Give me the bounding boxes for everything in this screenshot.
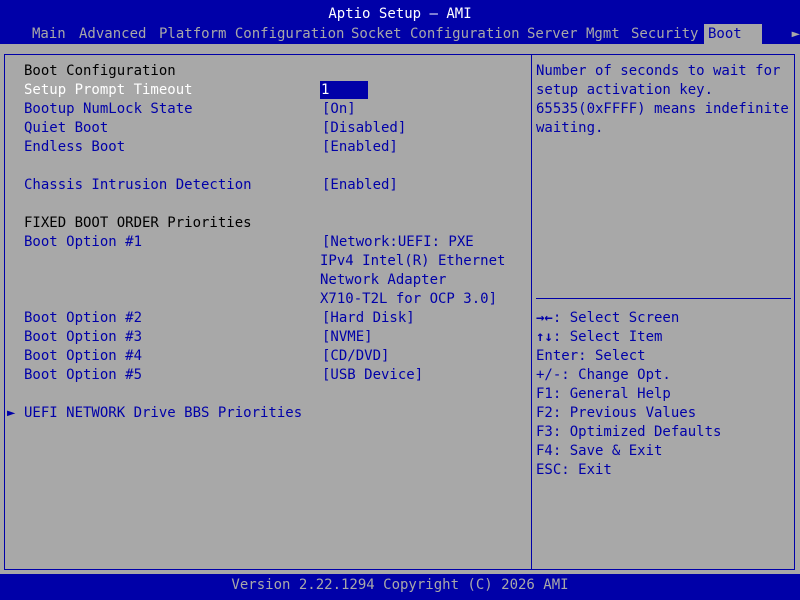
- boot-option-1-label[interactable]: Boot Option #1: [24, 233, 142, 252]
- tab-server-mgmt[interactable]: Server Mgmt: [523, 24, 624, 44]
- tab-platform-configuration[interactable]: Platform Configuration: [155, 24, 348, 44]
- uefi-network-bbs-priorities-link[interactable]: UEFI NETWORK Drive BBS Priorities: [24, 404, 302, 423]
- tab-boot[interactable]: Boot: [704, 24, 762, 44]
- tab-security[interactable]: Security: [627, 24, 702, 44]
- bootup-numlock-value[interactable]: [On]: [322, 100, 356, 119]
- help-key-f1: F1: General Help: [536, 386, 671, 402]
- boot-option-1-value-line-2[interactable]: IPv4 Intel(R) Ethernet: [320, 252, 505, 271]
- submenu-arrow-icon: ►: [7, 405, 16, 421]
- chassis-intrusion-value[interactable]: [Enabled]: [322, 176, 398, 195]
- tab-main[interactable]: Main: [28, 24, 70, 44]
- endless-boot-value[interactable]: [Enabled]: [322, 138, 398, 157]
- help-description-line-3: 65535(0xFFFF) means indefinite: [536, 101, 789, 117]
- panel-divider: [531, 54, 532, 570]
- setup-prompt-timeout-field[interactable]: 1: [320, 81, 368, 99]
- section-title-boot-configuration: Boot Configuration: [24, 63, 176, 79]
- menu-scroll-right-icon[interactable]: ►: [792, 24, 800, 44]
- boot-option-3-label[interactable]: Boot Option #3: [24, 328, 142, 347]
- boot-option-4-label[interactable]: Boot Option #4: [24, 347, 142, 366]
- bios-screen: Aptio Setup – AMI Main Advanced Platform…: [0, 0, 800, 600]
- fixed-boot-order-title: FIXED BOOT ORDER Priorities: [24, 215, 252, 231]
- help-description-line-4: waiting.: [536, 120, 604, 136]
- bootup-numlock-label[interactable]: Bootup NumLock State: [24, 100, 193, 119]
- help-description-line-2: setup activation key.: [536, 82, 714, 98]
- help-key-f3: F3: Optimized Defaults: [536, 424, 722, 440]
- version-footer: Version 2.22.1294 Copyright (C) 2026 AMI: [231, 577, 569, 593]
- window-title: Aptio Setup – AMI: [328, 6, 472, 22]
- boot-option-1-value-line-4[interactable]: X710-T2L for OCP 3.0]: [320, 290, 497, 309]
- main-panel: Boot Configuration Setup Prompt Timeout …: [0, 44, 800, 574]
- boot-option-5-value[interactable]: [USB Device]: [322, 366, 423, 385]
- help-key-change-opt: +/-: Change Opt.: [536, 367, 671, 383]
- boot-option-2-value[interactable]: [Hard Disk]: [322, 309, 415, 328]
- quiet-boot-label[interactable]: Quiet Boot: [24, 119, 108, 138]
- help-key-f4: F4: Save & Exit: [536, 443, 663, 459]
- boot-option-4-value[interactable]: [CD/DVD]: [322, 347, 389, 366]
- menu-bar: Main Advanced Platform Configuration Soc…: [0, 24, 800, 44]
- boot-option-2-label[interactable]: Boot Option #2: [24, 309, 142, 328]
- help-separator: [536, 298, 791, 299]
- up-down-arrows-icon: ↑↓: [536, 329, 553, 345]
- left-right-arrows-icon: →←: [536, 310, 553, 326]
- help-key-enter: Enter: Select: [536, 348, 646, 364]
- boot-option-1-value-line-1[interactable]: [Network:UEFI: PXE: [322, 233, 474, 252]
- quiet-boot-value[interactable]: [Disabled]: [322, 119, 406, 138]
- chassis-intrusion-label[interactable]: Chassis Intrusion Detection: [24, 176, 252, 195]
- help-description-line-1: Number of seconds to wait for: [536, 63, 781, 79]
- help-key-esc: ESC: Exit: [536, 462, 612, 478]
- tab-advanced[interactable]: Advanced: [75, 24, 150, 44]
- help-key-select-screen: →←: Select Screen: [536, 310, 680, 326]
- boot-option-3-value[interactable]: [NVME]: [322, 328, 373, 347]
- tab-socket-configuration[interactable]: Socket Configuration: [347, 24, 524, 44]
- help-key-select-item: ↑↓: Select Item: [536, 329, 663, 345]
- boot-option-5-label[interactable]: Boot Option #5: [24, 366, 142, 385]
- help-key-f2: F2: Previous Values: [536, 405, 697, 421]
- setup-prompt-timeout-label[interactable]: Setup Prompt Timeout: [24, 81, 193, 100]
- endless-boot-label[interactable]: Endless Boot: [24, 138, 125, 157]
- boot-option-1-value-line-3[interactable]: Network Adapter: [320, 271, 446, 290]
